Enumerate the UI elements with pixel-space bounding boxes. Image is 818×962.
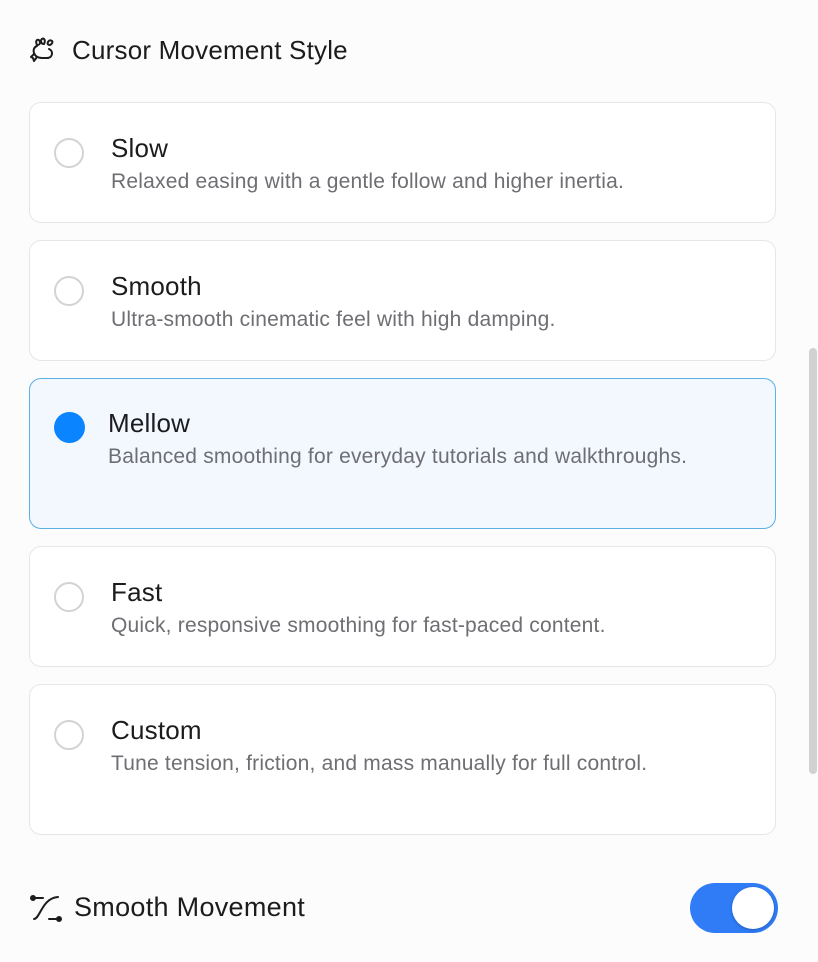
option-slow[interactable]: Slow Relaxed easing with a gentle follow…	[29, 102, 776, 223]
option-fast[interactable]: Fast Quick, responsive smoothing for fas…	[29, 546, 776, 667]
smooth-movement-row: Smooth Movement	[30, 882, 780, 934]
option-title: Slow	[111, 133, 169, 163]
option-smooth[interactable]: Smooth Ultra-smooth cinematic feel with …	[29, 240, 776, 361]
radio-button[interactable]	[54, 582, 84, 612]
toggle-knob	[732, 887, 774, 929]
radio-button[interactable]	[54, 138, 84, 168]
settings-panel: Cursor Movement Style Slow Relaxed easin…	[0, 0, 818, 962]
section-header: Cursor Movement Style	[28, 30, 348, 70]
smooth-movement-toggle[interactable]	[690, 883, 778, 933]
option-description: Ultra-smooth cinematic feel with high da…	[111, 308, 556, 331]
option-title: Custom	[111, 715, 202, 745]
paw-cursor-icon	[28, 33, 62, 67]
option-description: Quick, responsive smoothing for fast-pac…	[111, 614, 606, 637]
radio-button[interactable]	[54, 276, 84, 306]
option-mellow[interactable]: Mellow Balanced smoothing for everyday t…	[29, 378, 776, 529]
scrollbar[interactable]	[809, 348, 817, 774]
option-description: Balanced smoothing for everyday tutorial…	[108, 445, 688, 468]
radio-button-checked[interactable]	[54, 412, 85, 443]
option-title: Smooth	[111, 271, 202, 301]
option-title: Fast	[111, 577, 163, 607]
option-title: Mellow	[108, 408, 191, 438]
option-description: Relaxed easing with a gentle follow and …	[111, 170, 624, 193]
smooth-movement-label: Smooth Movement	[74, 892, 306, 922]
option-description: Tune tension, friction, and mass manuall…	[111, 752, 648, 775]
option-custom[interactable]: Custom Tune tension, friction, and mass …	[29, 684, 776, 835]
section-title: Cursor Movement Style	[72, 34, 348, 65]
bezier-curve-icon	[30, 892, 62, 924]
radio-button[interactable]	[54, 720, 84, 750]
